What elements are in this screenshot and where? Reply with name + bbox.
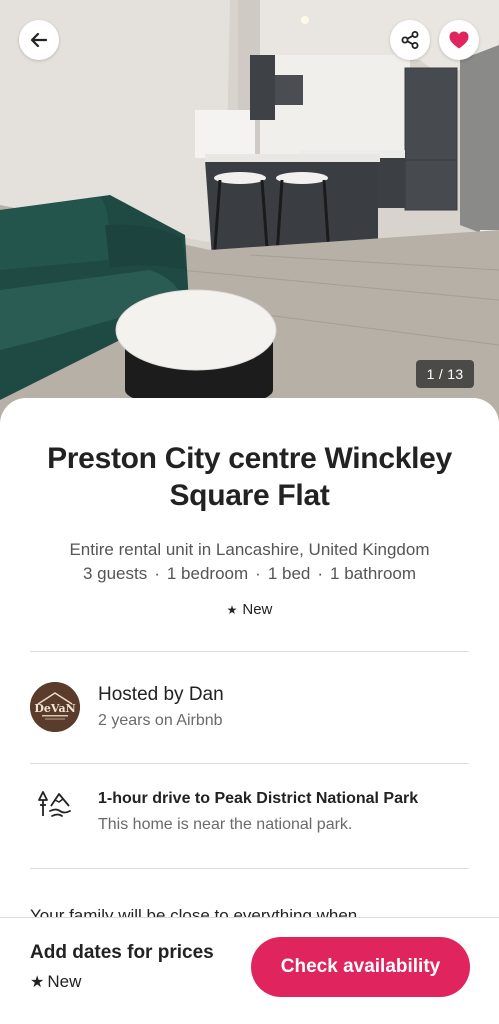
star-icon: ★: [226, 603, 238, 617]
share-icon: [401, 31, 419, 49]
host-section[interactable]: DeVaN Hosted by Dan 2 years on Airbnb: [30, 682, 469, 738]
spec-beds: 1 bed: [267, 564, 311, 583]
host-logo-text: DeVaN: [34, 702, 75, 715]
photo-counter: 1 / 13: [416, 360, 474, 388]
national-park-highlight: 1-hour drive to Peak District National P…: [30, 788, 469, 844]
spec-guests: 3 guests: [82, 564, 148, 583]
share-button[interactable]: [390, 20, 430, 60]
booking-footer: Add dates for prices ★ New Check availabi…: [0, 917, 499, 1024]
host-tenure: 2 years on Airbnb: [98, 712, 223, 729]
highlight-title: 1-hour drive to Peak District National P…: [98, 790, 419, 807]
divider: [30, 651, 469, 652]
separator-dot: ·: [154, 564, 160, 583]
host-logo: DeVaN: [30, 682, 80, 732]
listing-rating: ★ New: [0, 601, 499, 618]
star-icon: ★: [30, 974, 45, 991]
arrow-left-icon: [30, 32, 48, 48]
spec-bathrooms: 1 bathroom: [330, 564, 417, 583]
highlight-subtitle: This home is near the national park.: [98, 816, 353, 833]
price-prompt[interactable]: Add dates for prices: [30, 942, 214, 964]
divider: [30, 868, 469, 869]
separator-dot: ·: [317, 564, 324, 583]
rating-label: New: [242, 601, 273, 618]
national-park-icon: [38, 791, 71, 817]
separator-dot: ·: [255, 564, 261, 583]
listing-details: Preston City centre Winckley Square Flat…: [0, 398, 499, 918]
divider: [30, 763, 469, 764]
host-avatar[interactable]: DeVaN: [30, 682, 80, 732]
listing-photo[interactable]: 1 / 13: [0, 0, 499, 430]
spec-bedrooms: 1 bedroom: [166, 564, 249, 583]
check-availability-button[interactable]: Check availability: [251, 937, 470, 997]
host-name: Hosted by Dan: [98, 684, 224, 705]
footer-rating-label: New: [47, 972, 82, 991]
listing-specs: 3 guests · 1 bedroom · 1 bed · 1 bathroom: [20, 561, 479, 586]
favorite-button[interactable]: [439, 20, 479, 60]
heart-icon: [449, 31, 469, 49]
back-button[interactable]: [19, 20, 59, 60]
listing-title: Preston City centre Winckley Square Flat: [47, 442, 452, 512]
footer-rating: ★ New: [30, 972, 81, 992]
listing-location: Entire rental unit in Lancashire, United…: [69, 540, 430, 559]
